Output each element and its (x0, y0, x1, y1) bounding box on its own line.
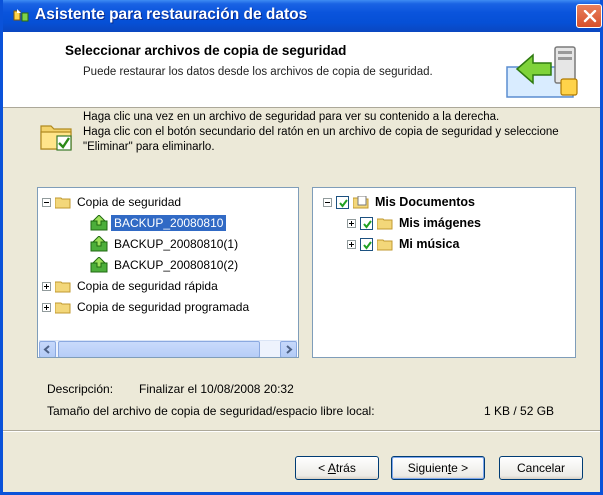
backup-file-icon (90, 257, 108, 273)
backup-tree[interactable]: Copia de seguridad BACKUP_20080810 BACKU… (37, 187, 299, 358)
page-subtitle: Puede restaurar los datos desde los arch… (83, 66, 433, 78)
wizard-header: Seleccionar archivos de copia de segurid… (3, 32, 600, 108)
documents-folder-icon (353, 195, 369, 208)
window-title: Asistente para restauración de datos (35, 6, 308, 23)
back-button[interactable]: < Atrás (295, 456, 379, 480)
scroll-right-button[interactable] (280, 341, 297, 357)
tree-label: Mis imágenes (399, 216, 481, 230)
instruction-line-2: Haga clic con el botón secundario del ra… (83, 126, 559, 153)
folder-icon (377, 218, 393, 229)
back-mnemonic: A (327, 461, 336, 475)
checkbox[interactable] (360, 237, 373, 251)
expand-icon[interactable] (347, 218, 356, 228)
restore-graphic-icon (506, 46, 578, 98)
button-separator (3, 430, 600, 432)
close-icon (583, 10, 597, 23)
tree-label: Copia de seguridad (77, 195, 182, 209)
instructions: Haga clic una vez en un archivo de segur… (83, 110, 573, 155)
next-button[interactable]: Siguiente > (391, 456, 485, 480)
restore-wizard-window: Asistente para restauración de datos Sel… (0, 0, 603, 495)
collapse-icon[interactable] (42, 197, 51, 207)
horizontal-scrollbar[interactable] (39, 340, 297, 357)
app-icon (13, 9, 29, 22)
checkmark-icon (363, 240, 372, 250)
expand-icon[interactable] (347, 239, 356, 249)
folder-check-icon (40, 125, 72, 151)
description-label: Descripción: (47, 382, 114, 396)
instruction-line-1: Haga clic una vez en un archivo de segur… (83, 111, 500, 123)
collapse-icon[interactable] (323, 197, 332, 207)
tree-label: Copia de seguridad programada (77, 300, 250, 314)
checkmark-icon (339, 198, 348, 208)
checkbox[interactable] (360, 216, 373, 230)
cancel-button[interactable]: Cancelar (499, 456, 583, 480)
tree-label: Copia de seguridad rápida (77, 279, 218, 293)
tree-node-backup[interactable]: BACKUP_20080810 (90, 213, 227, 233)
title-bar[interactable]: Asistente para restauración de datos (3, 0, 602, 32)
next-prefix: Siguien (407, 461, 448, 475)
close-button[interactable] (576, 4, 602, 28)
tree-label: Mi música (399, 237, 460, 251)
back-prefix: < (318, 461, 328, 475)
page-title: Seleccionar archivos de copia de segurid… (65, 43, 347, 58)
content-node-mis-documentos[interactable]: Mis Documentos (323, 192, 478, 212)
folder-icon (377, 239, 393, 250)
expand-icon[interactable] (42, 302, 51, 312)
tree-node-backup[interactable]: BACKUP_20080810(2) (90, 255, 241, 275)
description-row: Descripción: Finalizar el 10/08/2008 20:3… (47, 382, 294, 396)
backup-file-icon (90, 236, 108, 252)
description-value: Finalizar el 10/08/2008 20:32 (139, 382, 294, 396)
size-label: Tamaño del archivo de copia de seguridad… (47, 404, 375, 418)
folder-icon (55, 302, 71, 313)
backup-contents-tree[interactable]: Mis Documentos Mis imágenes Mi música (312, 187, 576, 358)
tree-node-backup[interactable]: BACKUP_20080810(1) (90, 234, 241, 254)
scroll-thumb[interactable] (58, 341, 260, 357)
tree-label: Mis Documentos (375, 195, 476, 209)
expand-icon[interactable] (42, 281, 51, 291)
folder-icon (55, 197, 71, 208)
chevron-left-icon (43, 345, 50, 354)
backup-file-icon (90, 215, 108, 231)
tree-label: BACKUP_20080810(2) (114, 258, 239, 272)
content-node-mis-imagenes[interactable]: Mis imágenes (347, 213, 484, 233)
checkbox[interactable] (336, 195, 349, 209)
size-value: 1 KB / 52 GB (484, 404, 555, 418)
back-rest: trás (335, 461, 356, 475)
chevron-right-icon (286, 345, 293, 354)
size-row: Tamaño del archivo de copia de seguridad… (47, 404, 567, 418)
tree-node-copia-de-seguridad[interactable]: Copia de seguridad (42, 192, 184, 212)
folder-icon (55, 281, 71, 292)
tree-node-copia-rapida[interactable]: Copia de seguridad rápida (42, 276, 221, 296)
content-node-mi-musica[interactable]: Mi música (347, 234, 462, 254)
checkmark-icon (363, 219, 372, 229)
scroll-left-button[interactable] (39, 341, 56, 357)
tree-node-copia-programada[interactable]: Copia de seguridad programada (42, 297, 252, 317)
tree-label: BACKUP_20080810(1) (114, 237, 239, 251)
next-rest: e > (451, 461, 469, 475)
tree-label: BACKUP_20080810 (111, 215, 227, 231)
